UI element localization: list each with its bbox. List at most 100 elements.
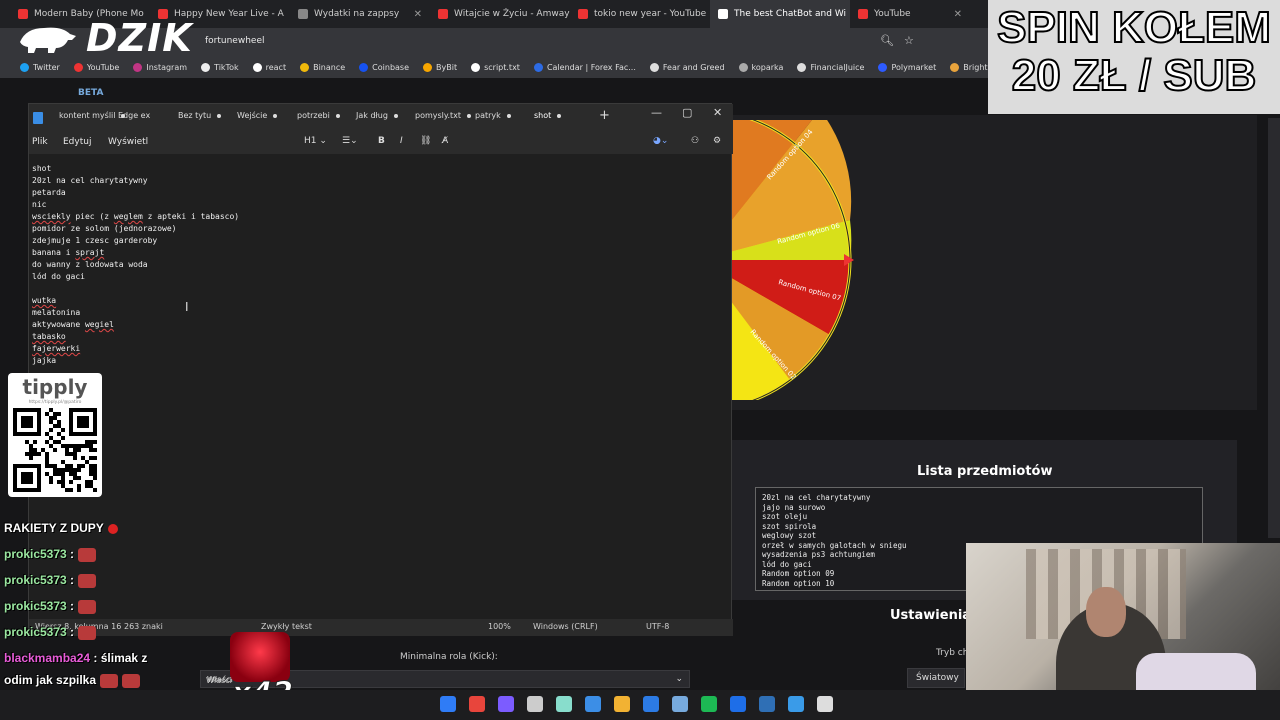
menu-view[interactable]: Wyświetl bbox=[108, 137, 148, 147]
bookmark-item[interactable]: Fear and Greed bbox=[649, 62, 725, 72]
notepad-tab[interactable]: Jak dług bbox=[356, 111, 398, 120]
item-line: szot spirola bbox=[762, 521, 817, 531]
unsaved-dot-icon bbox=[335, 113, 340, 118]
browser-tab[interactable]: The best ChatBot and Wi✕ bbox=[710, 0, 850, 28]
browser-tab[interactable]: Witajcie w Życiu - Amway✕ bbox=[430, 0, 570, 28]
bookmark-item[interactable]: script.txt bbox=[471, 62, 520, 72]
zoom-icon[interactable]: 🔍︎ bbox=[880, 34, 894, 47]
browser-tab[interactable]: tokio new year - YouTube✕ bbox=[570, 0, 710, 28]
taskbar-app-icon[interactable] bbox=[672, 696, 688, 712]
bookmark-icon bbox=[423, 62, 433, 72]
bookmark-item[interactable]: TikTok bbox=[201, 62, 239, 72]
taskbar-app-icon[interactable] bbox=[556, 696, 572, 712]
bookmark-item[interactable]: YouTube bbox=[73, 62, 120, 72]
bookmark-label: YouTube bbox=[86, 62, 120, 72]
unsaved-dot-icon bbox=[506, 113, 511, 118]
taskbar-app-icon[interactable] bbox=[527, 696, 543, 712]
notepad-tab[interactable]: patryk bbox=[475, 111, 511, 120]
taskbar-app-icon[interactable] bbox=[701, 696, 717, 712]
tab-label: tokio new year - YouTube bbox=[594, 9, 707, 19]
bookmark-item[interactable]: react bbox=[252, 62, 287, 72]
bookmark-item[interactable]: FinancialJuice bbox=[797, 62, 864, 72]
bookmark-item[interactable]: Instagram bbox=[133, 62, 188, 72]
tipply-url: https://tipply.pl/@patiro bbox=[28, 400, 82, 405]
notepad-menu-bar: Plik Edytuj Wyświetl H1 ⌄ ☰⌄ B I ⛓ A̸ ◕⌄… bbox=[29, 132, 733, 154]
taskbar-app-icon[interactable] bbox=[440, 696, 456, 712]
bookmark-icon bbox=[300, 62, 310, 72]
italic-icon[interactable]: I bbox=[400, 136, 403, 146]
taskbar-app-icon[interactable] bbox=[585, 696, 601, 712]
bookmark-item[interactable]: Twitter bbox=[20, 62, 60, 72]
chat-username: prokic5373 bbox=[4, 573, 67, 587]
taskbar-app-icon[interactable] bbox=[643, 696, 659, 712]
taskbar-app-icon[interactable] bbox=[614, 696, 630, 712]
bold-icon[interactable]: B bbox=[378, 136, 385, 146]
unsaved-dot-icon bbox=[273, 113, 278, 118]
tab-close-icon[interactable]: ✕ bbox=[954, 9, 962, 20]
notepad-tab[interactable]: Edge ex bbox=[118, 111, 150, 120]
menu-edit[interactable]: Edytuj bbox=[63, 137, 91, 147]
chevron-down-icon: ⌄ bbox=[675, 674, 683, 684]
tipply-logo: tipply bbox=[22, 375, 88, 399]
notepad-tab[interactable]: Wejście bbox=[237, 111, 278, 120]
bookmark-item[interactable]: Calendar | Forex Fac... bbox=[533, 62, 636, 72]
status-encoding[interactable]: UTF-8 bbox=[646, 622, 669, 631]
notepad-tab-label: Edge ex bbox=[118, 111, 151, 120]
list-icon[interactable]: ☰⌄ bbox=[342, 136, 358, 146]
bookmark-icon bbox=[878, 62, 888, 72]
tab-close-icon[interactable]: ✕ bbox=[414, 9, 422, 20]
bookmark-label: react bbox=[265, 62, 287, 72]
taskbar-app-icon[interactable] bbox=[730, 696, 746, 712]
taskbar-app-icon[interactable] bbox=[469, 696, 485, 712]
link-icon[interactable]: ⛓ bbox=[420, 136, 431, 146]
address-text[interactable]: fortunewheel bbox=[205, 36, 265, 46]
heading-dropdown[interactable]: H1 ⌄ bbox=[304, 136, 327, 146]
minimize-icon[interactable]: — bbox=[651, 106, 662, 119]
taskbar-app-icon[interactable] bbox=[817, 696, 833, 712]
text-line: 20zl na cel charytatywny bbox=[32, 176, 148, 185]
taskbar-app-icon[interactable] bbox=[788, 696, 804, 712]
bookmark-item[interactable]: ByBit bbox=[423, 62, 457, 72]
notepad-tab[interactable]: pomysly.txt bbox=[415, 111, 472, 120]
menu-file[interactable]: Plik bbox=[32, 137, 48, 147]
chat-text: : bbox=[66, 625, 75, 639]
gear-icon[interactable]: ⚙ bbox=[713, 136, 721, 146]
fortune-wheel[interactable]: Random option 04 Random option 06 Random… bbox=[730, 120, 860, 400]
notepad-tab[interactable]: kontent myślil bbox=[59, 111, 126, 120]
mode-select[interactable]: Światowy bbox=[907, 668, 965, 688]
bookmark-item[interactable]: Binance bbox=[300, 62, 345, 72]
status-eol[interactable]: Windows (CRLF) bbox=[533, 622, 598, 631]
text-line: petarda bbox=[32, 188, 66, 197]
notepad-tab[interactable]: shot bbox=[534, 111, 562, 120]
notepad-tab[interactable]: Bez tytu bbox=[178, 111, 222, 120]
bookmark-item[interactable]: Polymarket bbox=[878, 62, 936, 72]
clear-format-icon[interactable]: A̸ bbox=[442, 136, 448, 146]
text-line: jajka bbox=[32, 356, 57, 365]
bookmark-label: Instagram bbox=[146, 62, 188, 72]
page-scrollbar[interactable] bbox=[1268, 118, 1280, 538]
status-zoom[interactable]: 100% bbox=[488, 622, 511, 631]
bookmark-icon bbox=[533, 62, 543, 72]
chat-text: : ślimak z bbox=[90, 651, 148, 665]
tab-favicon-icon bbox=[438, 9, 448, 19]
text-line: melatonina bbox=[32, 308, 81, 317]
qr-code-icon bbox=[13, 408, 97, 492]
new-tab-icon[interactable]: + bbox=[599, 108, 610, 123]
emote-icon bbox=[78, 547, 97, 562]
bookmark-item[interactable]: Coinbase bbox=[359, 62, 409, 72]
bookmark-label: koparka bbox=[751, 62, 784, 72]
notepad-text-area[interactable]: shot 20zl na cel charytatywny petarda nic ws… bbox=[32, 163, 239, 367]
bookmark-icon bbox=[252, 62, 262, 72]
star-icon[interactable]: ☆ bbox=[904, 34, 914, 47]
browser-tab[interactable]: YouTube ✕ bbox=[850, 0, 970, 28]
notepad-tab[interactable]: potrzebi bbox=[297, 111, 340, 120]
taskbar-app-icon[interactable] bbox=[498, 696, 514, 712]
copilot-icon[interactable]: ◕⌄ bbox=[653, 136, 668, 146]
account-icon[interactable]: ⚇ bbox=[691, 136, 699, 146]
taskbar-app-icon[interactable] bbox=[759, 696, 775, 712]
close-icon[interactable]: ✕ bbox=[713, 106, 722, 119]
item-line: jajo na surowo bbox=[762, 502, 826, 512]
bookmark-item[interactable]: koparka bbox=[738, 62, 784, 72]
browser-tab[interactable]: Wydatki na zappsy ✕ bbox=[290, 0, 430, 28]
maximize-icon[interactable]: ▢ bbox=[682, 106, 692, 119]
